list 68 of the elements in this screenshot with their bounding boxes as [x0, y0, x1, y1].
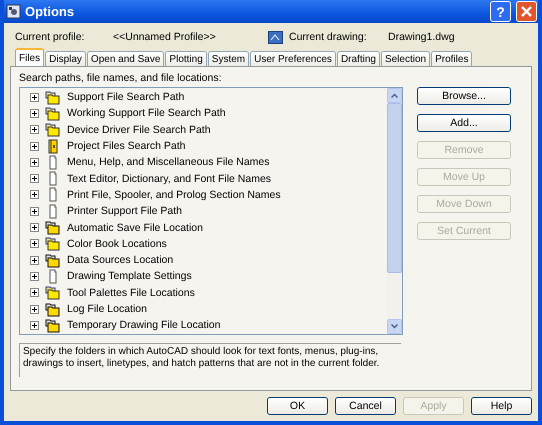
- expand-icon[interactable]: [30, 223, 39, 232]
- expand-icon[interactable]: [30, 272, 39, 281]
- scroll-down-icon[interactable]: [391, 324, 398, 329]
- folders-icon: [45, 236, 61, 252]
- tab[interactable]: Profiles: [431, 51, 472, 66]
- tree-label: Search paths, file names, and file locations:: [19, 72, 223, 86]
- tab[interactable]: System: [208, 51, 250, 66]
- profile-label: Current profile:: [15, 31, 86, 43]
- tree-item[interactable]: Temporary Drawing File Location: [67, 319, 220, 332]
- folders-icon: [45, 285, 61, 300]
- dialog-button[interactable]: Cancel: [335, 397, 396, 415]
- folders-icon: [45, 220, 61, 236]
- expand-icon[interactable]: [30, 125, 39, 134]
- profile-name: <<Unnamed Profile>>: [113, 31, 217, 43]
- tree-item[interactable]: Text Editor, Dictionary, and Font File Names: [67, 172, 272, 185]
- expand-icon[interactable]: [30, 239, 39, 248]
- expand-icon[interactable]: [30, 158, 39, 167]
- expand-icon[interactable]: [30, 206, 39, 216]
- tree-item[interactable]: Support File Search Path: [67, 91, 184, 104]
- tree-item[interactable]: Menu, Help, and Miscellaneous File Names: [67, 156, 270, 168]
- tab[interactable]: Drafting: [336, 51, 380, 66]
- expand-icon[interactable]: [30, 190, 39, 200]
- tab[interactable]: Open and Save: [86, 51, 164, 66]
- side-button[interactable]: Add...: [417, 114, 511, 132]
- tab[interactable]: Display: [45, 51, 86, 66]
- description-text: Specify the folders in which AutoCAD should look for text fonts, menus, plug-ins, drawings to insert, linetypes, and hatch patterns that are not in the current folder.: [19, 343, 401, 377]
- tab[interactable]: Selection: [380, 51, 430, 66]
- app-icon: [6, 4, 21, 19]
- drawing-icon: [268, 30, 283, 44]
- expand-icon[interactable]: [30, 108, 39, 118]
- dialog-button[interactable]: Help: [471, 397, 532, 415]
- tree-item[interactable]: Working Support File Search Path: [67, 107, 226, 120]
- tab[interactable]: Files: [15, 48, 44, 66]
- expand-icon[interactable]: [30, 142, 39, 151]
- folders-icon: [45, 122, 61, 138]
- tree-item[interactable]: Automatic Save File Location: [67, 222, 203, 234]
- expand-icon[interactable]: [30, 304, 39, 314]
- folders-icon: [45, 90, 61, 105]
- tree-item[interactable]: Data Sources Location: [67, 254, 174, 266]
- dialog-button[interactable]: OK: [267, 397, 328, 415]
- tree-item[interactable]: Color Book Locations: [67, 238, 167, 250]
- tree-item[interactable]: Print File, Spooler, and Prolog Section Names: [67, 188, 281, 201]
- expand-icon[interactable]: [30, 174, 39, 184]
- tree-item[interactable]: Device Driver File Search Path: [67, 124, 211, 136]
- expand-icon[interactable]: [30, 256, 39, 265]
- expand-icon[interactable]: [30, 92, 39, 102]
- folders-icon: [45, 318, 61, 333]
- drawing-label: Current drawing:: [289, 31, 368, 43]
- tree-item[interactable]: Log File Location: [67, 303, 147, 315]
- tree-item[interactable]: Printer Support File Path: [67, 205, 182, 218]
- window-title: Options: [25, 4, 76, 19]
- side-button[interactable]: Browse...: [417, 87, 511, 105]
- scroll-up-icon[interactable]: [391, 93, 398, 98]
- expand-icon[interactable]: [30, 320, 39, 330]
- tree-item[interactable]: Drawing Template Settings: [67, 270, 192, 282]
- close-button[interactable]: [516, 1, 537, 22]
- close-icon: [520, 5, 533, 18]
- folders-icon: [45, 106, 61, 121]
- scrollbar[interactable]: [387, 88, 402, 334]
- help-button[interactable]: ?: [490, 1, 511, 22]
- tab[interactable]: Plotting: [165, 51, 207, 66]
- tree-item[interactable]: Project Files Search Path: [67, 140, 186, 152]
- drawing-name: Drawing1.dwg: [388, 31, 455, 43]
- folders-icon: [45, 252, 61, 268]
- expand-icon[interactable]: [30, 288, 39, 298]
- folders-icon: [45, 302, 61, 316]
- tab[interactable]: User Preferences: [250, 51, 336, 66]
- tree-item[interactable]: Tool Palettes File Locations: [67, 286, 195, 299]
